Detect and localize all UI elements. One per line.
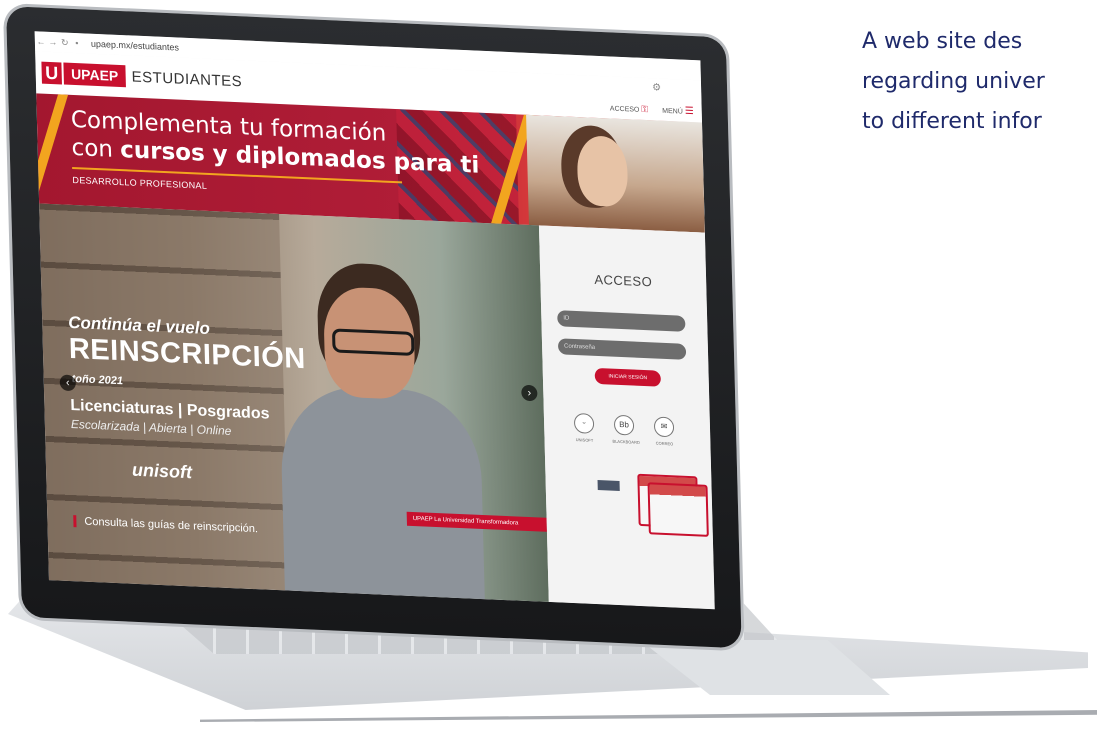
logo-wordmark[interactable]: UPAEP [63, 62, 126, 88]
gear-icon[interactable]: ⚙ [652, 82, 661, 93]
header-actions: ACCESO ⚿ MENÚ ☰ [610, 102, 694, 117]
dark-chip[interactable] [597, 480, 620, 492]
banner-headline-prefix: con [71, 134, 121, 164]
login-button[interactable]: INICIAR SESIÓN [594, 367, 661, 387]
banner-stripe-left [36, 94, 69, 204]
forward-icon[interactable]: → [47, 37, 59, 48]
service-label: UNISOFT [575, 437, 594, 443]
service-blackboard[interactable]: Bb BLACKBOARD [612, 414, 640, 445]
section-title: ESTUDIANTES [131, 68, 243, 90]
hero-student-body [279, 384, 486, 602]
logo-mark[interactable]: U [41, 61, 62, 85]
menu-button[interactable]: MENÚ ☰ [662, 105, 694, 117]
mail-icon: ✉ [653, 416, 675, 438]
password-field[interactable]: Contraseña [557, 338, 687, 360]
login-title: ACCESO [594, 271, 653, 290]
reload-icon[interactable]: ↻ [59, 37, 71, 49]
back-icon[interactable]: ← [35, 36, 47, 47]
slider-prev-icon[interactable]: ‹ [59, 374, 76, 392]
id-field[interactable]: ID [557, 310, 686, 332]
hero-slider[interactable]: Continúa el vuelo REINSCRIPCIÓN toño 202… [39, 203, 549, 602]
unisoft-logo: unisoft [131, 459, 193, 483]
laptop-lid: ← → ↻ • upaep.mx/estudiantes U UPAEP EST… [6, 6, 742, 649]
menu-label: MENÚ [662, 107, 683, 116]
acceso-label: ACCESO [609, 105, 640, 114]
acceso-link[interactable]: ACCESO ⚿ [610, 102, 649, 115]
laptop-mockup: ← → ↻ • upaep.mx/estudiantes U UPAEP EST… [0, 0, 1097, 745]
service-label: BLACKBOARD [612, 438, 640, 445]
laptop-edge [200, 710, 1097, 722]
address-bar[interactable]: upaep.mx/estudiantes [91, 39, 179, 53]
lock-icon: • [75, 38, 79, 49]
hero-term: toño 2021 [71, 372, 124, 388]
service-mail[interactable]: ✉ CORREO [652, 416, 677, 446]
key-icon: ⚿ [641, 103, 649, 115]
service-label: CORREO [655, 440, 674, 447]
hero-student-glasses [331, 328, 415, 356]
promo-thumbnail[interactable] [647, 482, 709, 537]
hamburger-icon: ☰ [684, 105, 694, 118]
banner-subtitle: DESARROLLO PROFESIONAL [72, 174, 208, 191]
blackboard-icon: Bb [613, 414, 635, 436]
login-panel: ACCESO ID Contraseña INICIAR SESIÓN ᵕ UN… [538, 225, 715, 610]
service-unisoft[interactable]: ᵕ UNISOFT [572, 412, 597, 443]
unisoft-icon: ᵕ [573, 412, 595, 434]
slider-next-icon[interactable]: › [521, 384, 538, 402]
promo-thumbnails[interactable] [637, 470, 711, 537]
laptop-screen: ← → ↻ • upaep.mx/estudiantes U UPAEP EST… [34, 31, 715, 610]
